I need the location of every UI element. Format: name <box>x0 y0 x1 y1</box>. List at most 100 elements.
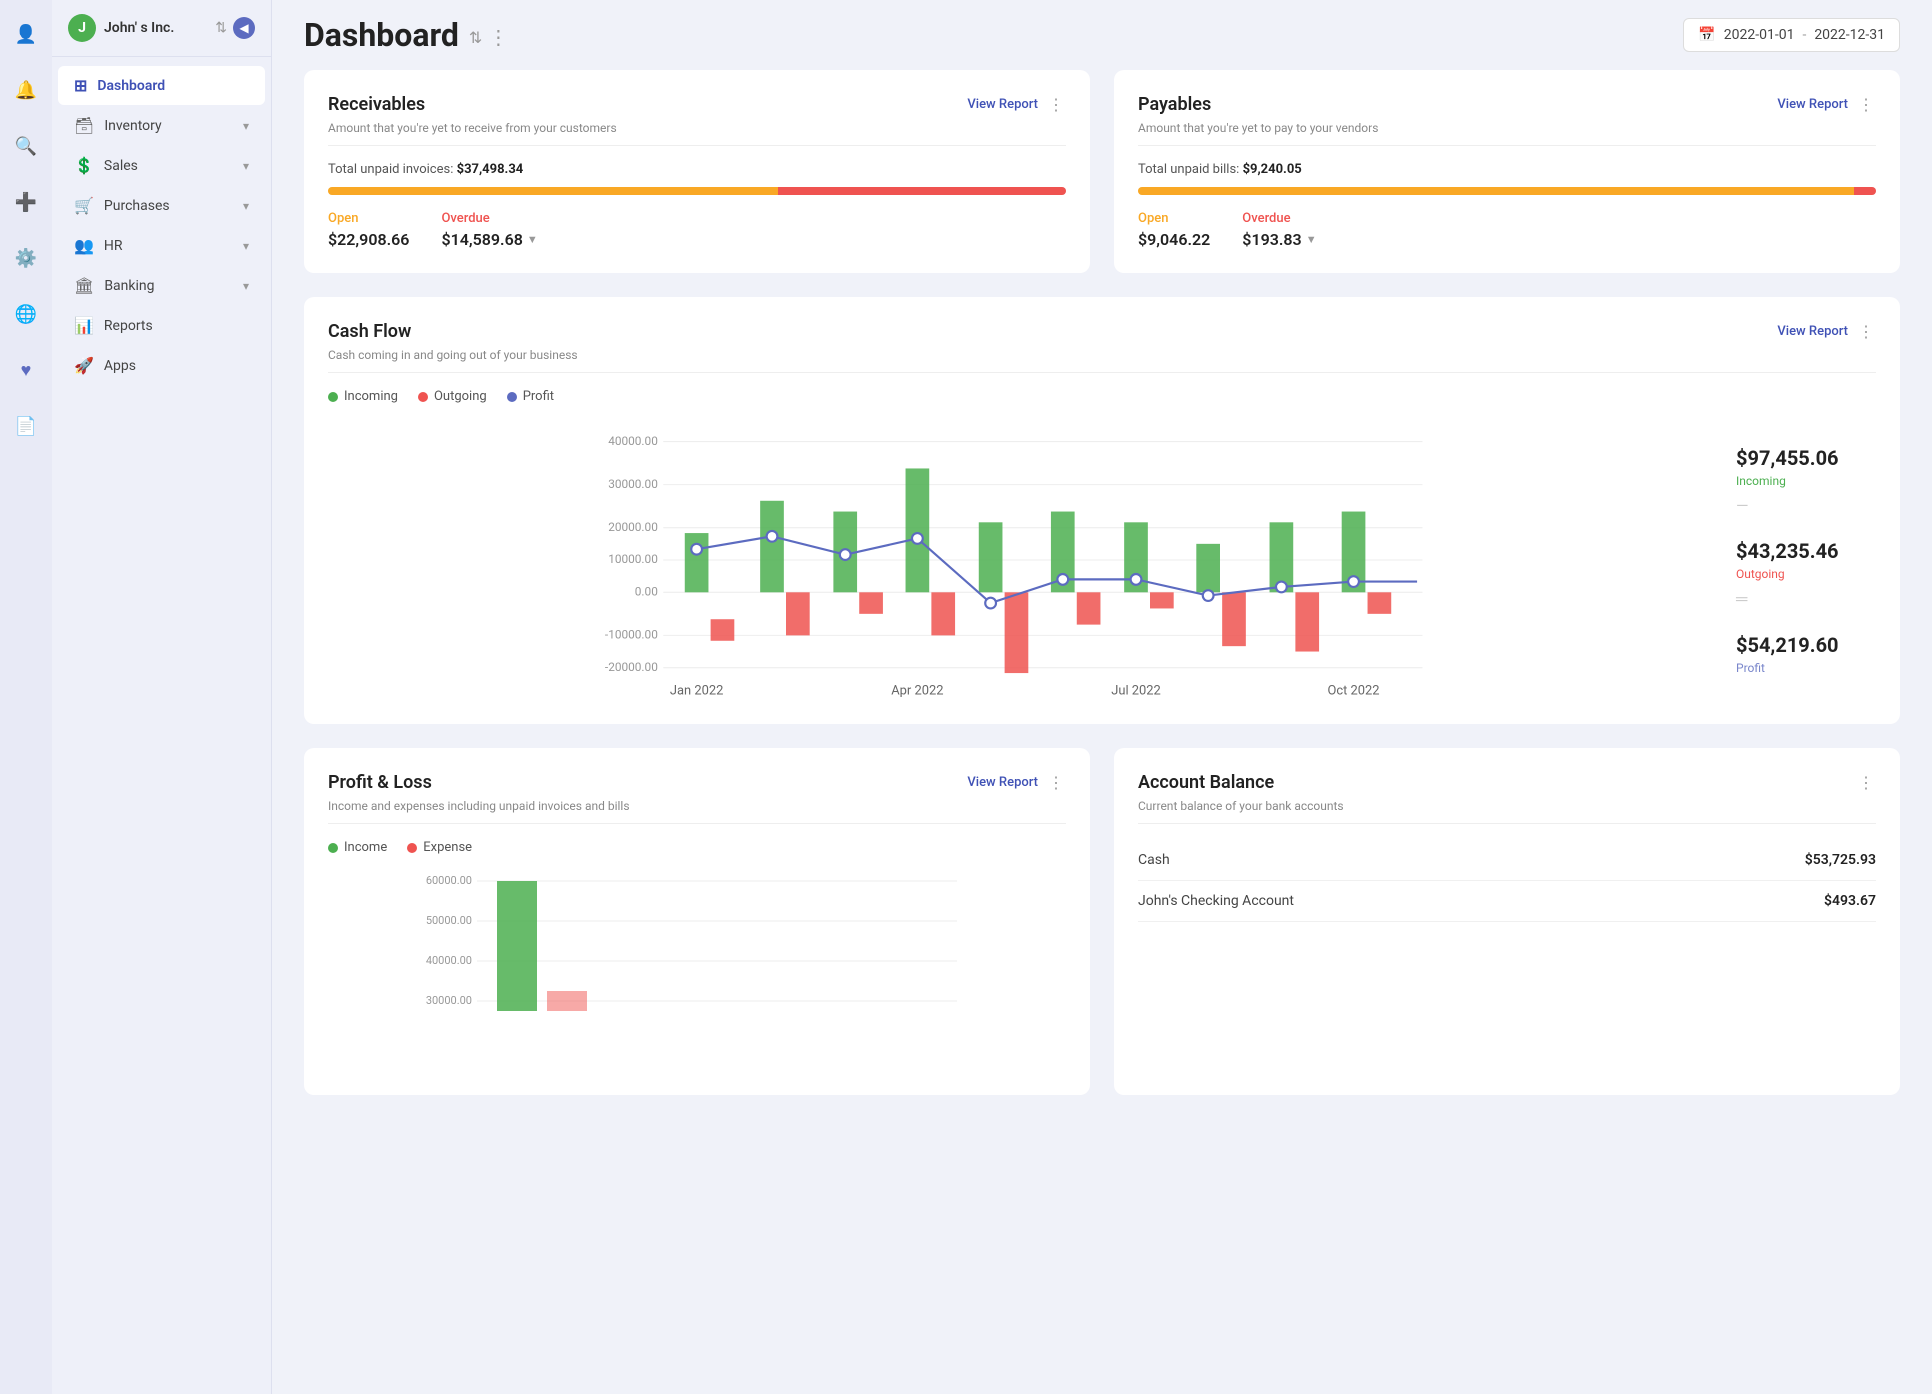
payables-open: Open $9,046.22 <box>1138 211 1210 249</box>
expense-dot <box>407 843 417 853</box>
payables-view-report[interactable]: View Report <box>1777 97 1848 112</box>
title-controls: ⇅ ⋮ <box>469 25 508 49</box>
sidebar-item-apps[interactable]: 🚀 Apps <box>58 346 265 385</box>
user-icon[interactable]: 👤 <box>8 16 44 52</box>
ab-header-right: ⋮ <box>1858 773 1876 792</box>
profit-label: Profit <box>523 389 554 404</box>
pl-legend: Income Expense <box>328 840 1066 855</box>
doc-icon[interactable]: 📄 <box>8 408 44 444</box>
ab-more-icon[interactable]: ⋮ <box>1858 773 1876 792</box>
company-logo[interactable]: J John' s Inc. <box>68 14 174 42</box>
sidebar-item-dashboard[interactable]: ⊞ Dashboard <box>58 66 265 105</box>
payables-title: Payables <box>1138 94 1211 115</box>
account-row-cash: Cash $53,725.93 <box>1138 840 1876 881</box>
top-bar: Dashboard ⇅ ⋮ 📅 2022-01-01 - 2022-12-31 <box>272 0 1932 70</box>
sidebar-item-hr[interactable]: 👥 HR ▾ <box>58 226 265 265</box>
cash-flow-card: Cash Flow View Report ⋮ Cash coming in a… <box>304 297 1900 724</box>
svg-text:30000.00: 30000.00 <box>426 994 472 1007</box>
company-name: John' s Inc. <box>104 20 174 36</box>
ab-header: Account Balance ⋮ <box>1138 772 1876 793</box>
date-range-picker[interactable]: 📅 2022-01-01 - 2022-12-31 <box>1683 18 1900 52</box>
svg-text:-10000.00: -10000.00 <box>605 628 658 642</box>
pl-legend-income: Income <box>328 840 387 855</box>
receivables-overdue: Overdue $14,589.68 ▼ <box>441 211 537 249</box>
dashboard-content: Receivables View Report ⋮ Amount that yo… <box>272 70 1932 1394</box>
summary-incoming-label: Incoming <box>1736 474 1876 488</box>
svg-text:Jul 2022: Jul 2022 <box>1111 684 1161 699</box>
pl-legend-expense: Expense <box>407 840 472 855</box>
incoming-label: Incoming <box>344 389 398 404</box>
svg-text:-20000.00: -20000.00 <box>605 660 658 674</box>
gear-icon[interactable]: ⚙️ <box>8 240 44 276</box>
pl-chart: 60000.00 50000.00 40000.00 30000.00 <box>328 871 1066 1071</box>
payables-overdue-dropdown-icon[interactable]: ▼ <box>1306 233 1317 246</box>
date-end: 2022-12-31 <box>1814 27 1885 43</box>
sidebar-label-dashboard: Dashboard <box>97 78 165 94</box>
chevron-down-icon-hr: ▾ <box>243 239 249 253</box>
outgoing-label: Outgoing <box>434 389 487 404</box>
payables-progress-overdue <box>1854 187 1876 195</box>
cash-flow-header: Cash Flow View Report ⋮ <box>328 321 1876 342</box>
receivables-more-icon[interactable]: ⋮ <box>1048 95 1066 114</box>
sidebar-item-banking[interactable]: 🏛 Banking ▾ <box>58 266 265 305</box>
svg-text:20000.00: 20000.00 <box>608 520 658 534</box>
overdue-label: Overdue <box>441 211 537 226</box>
receivables-view-report[interactable]: View Report <box>967 97 1038 112</box>
pl-view-report[interactable]: View Report <box>967 775 1038 790</box>
overdue-value: $14,589.68 ▼ <box>441 230 537 249</box>
cash-flow-header-right: View Report ⋮ <box>1777 322 1876 341</box>
cash-flow-summary: $97,455.06 Incoming — $43,235.46 Outgoin… <box>1736 420 1876 700</box>
summary-outgoing-label: Outgoing <box>1736 567 1876 581</box>
heart-icon[interactable]: ♥ <box>8 352 44 388</box>
payables-progress <box>1138 187 1876 195</box>
cash-flow-more-icon[interactable]: ⋮ <box>1858 322 1876 341</box>
date-separator: - <box>1802 27 1806 43</box>
chevron-down-icon-purchases: ▾ <box>243 199 249 213</box>
svg-text:Jan 2022: Jan 2022 <box>670 684 723 699</box>
payables-header-right: View Report ⋮ <box>1777 95 1876 114</box>
sort-arrows-icon[interactable]: ⇅ <box>469 28 482 47</box>
sidebar-header: J John' s Inc. ⇅ ◀ <box>52 0 271 57</box>
receivables-title: Receivables <box>328 94 425 115</box>
sort-icon[interactable]: ⇅ <box>215 20 227 36</box>
search-icon[interactable]: 🔍 <box>8 128 44 164</box>
profit-loss-card: Profit & Loss View Report ⋮ Income and e… <box>304 748 1090 1095</box>
bell-icon[interactable]: 🔔 <box>8 72 44 108</box>
svg-text:Apr 2022: Apr 2022 <box>891 684 943 699</box>
receivables-amounts: Open $22,908.66 Overdue $14,589.68 ▼ <box>328 211 1066 249</box>
payables-overdue-label: Overdue <box>1242 211 1316 226</box>
sidebar-item-reports[interactable]: 📊 Reports <box>58 306 265 345</box>
overdue-dropdown-icon[interactable]: ▼ <box>527 233 538 246</box>
summary-incoming-value: $97,455.06 <box>1736 446 1876 470</box>
chart-area: 40000.00 30000.00 20000.00 10000.00 0.00… <box>328 420 1876 700</box>
sidebar-label-banking: Banking <box>104 278 154 294</box>
pl-header: Profit & Loss View Report ⋮ <box>328 772 1066 793</box>
progress-open <box>328 187 778 195</box>
nav-toggle-icon[interactable]: ◀ <box>233 17 255 39</box>
date-start: 2022-01-01 <box>1724 27 1795 43</box>
reports-icon: 📊 <box>74 316 94 335</box>
receivables-progress <box>328 187 1066 195</box>
pl-subtitle: Income and expenses including unpaid inv… <box>328 799 1066 824</box>
payables-total-value: $9,240.05 <box>1243 162 1302 177</box>
payables-more-icon[interactable]: ⋮ <box>1858 95 1876 114</box>
payables-subtitle: Amount that you're yet to pay to your ve… <box>1138 121 1876 146</box>
sidebar-item-inventory[interactable]: 🗃 Inventory ▾ <box>58 106 265 145</box>
payables-overdue: Overdue $193.83 ▼ <box>1242 211 1316 249</box>
summary-profit: $54,219.60 Profit <box>1736 633 1876 675</box>
dashboard-icon: ⊞ <box>74 76 87 95</box>
payables-card: Payables View Report ⋮ Amount that you'r… <box>1114 70 1900 273</box>
banking-icon: 🏛 <box>74 276 94 295</box>
ab-title: Account Balance <box>1138 772 1274 793</box>
progress-overdue <box>778 187 1066 195</box>
cash-flow-view-report[interactable]: View Report <box>1777 324 1848 339</box>
more-options-icon[interactable]: ⋮ <box>488 25 508 49</box>
sidebar-item-purchases[interactable]: 🛒 Purchases ▾ <box>58 186 265 225</box>
ab-subtitle: Current balance of your bank accounts <box>1138 799 1876 824</box>
plus-circle-icon[interactable]: ➕ <box>8 184 44 220</box>
globe-icon[interactable]: 🌐 <box>8 296 44 332</box>
cash-flow-subtitle: Cash coming in and going out of your bus… <box>328 348 1876 373</box>
sidebar-item-sales[interactable]: 💲 Sales ▾ <box>58 146 265 185</box>
pl-more-icon[interactable]: ⋮ <box>1048 773 1066 792</box>
open-label: Open <box>328 211 409 226</box>
